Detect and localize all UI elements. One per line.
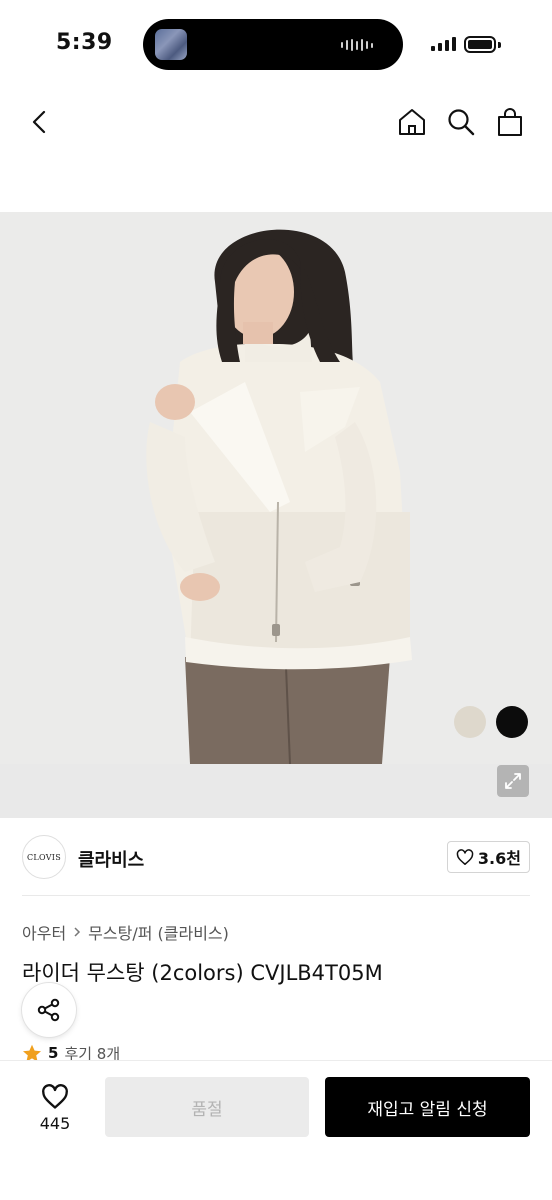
dynamic-island [143,19,403,70]
brand-logo[interactable]: CLOVIS [22,835,66,879]
cart-button[interactable] [488,100,532,144]
divider [22,895,530,896]
share-button[interactable] [22,983,76,1037]
bottom-action-bar: 445 품절 재입고 알림 신청 [0,1060,552,1200]
signal-icon [431,37,456,51]
home-button[interactable] [390,100,434,144]
brand-name[interactable]: 클라비스 [78,846,144,872]
image-bottom-strip [0,764,552,818]
chevron-right-icon [72,926,82,938]
expand-icon [505,773,521,789]
status-time: 5:39 [56,30,113,55]
back-button[interactable] [18,100,62,144]
wishlist-count: 445 [39,1113,71,1133]
bag-icon [498,108,522,136]
now-playing-artwork [155,29,187,60]
product-image-carousel[interactable] [0,212,552,818]
brand-row: CLOVIS 클라비스 3.6천 [22,835,530,879]
product-title: 라이더 무스탕 (2colors) CVJLB4T05M [22,961,383,985]
heart-icon [42,1083,68,1109]
status-bar: 5:39 [0,0,552,90]
battery-cap [498,42,501,48]
top-nav-bar [0,90,552,154]
product-photo [0,212,552,764]
brand-like-count: 3.6천 [477,849,521,868]
brand-logo-text: CLOVIS [26,852,62,862]
home-icon [399,109,425,135]
breadcrumb-item-mustang[interactable]: 무스탕/퍼 (클라비스) [88,920,229,944]
audio-waveform-icon [341,39,373,51]
expand-image-button[interactable] [497,765,529,797]
brand-like-button[interactable]: 3.6천 [446,841,530,873]
color-swatch-ivory[interactable] [454,706,486,738]
sold-out-button: 품절 [105,1077,309,1137]
search-icon [448,109,475,136]
battery-icon [464,36,496,53]
share-icon [37,998,60,1022]
chevron-left-icon [32,110,46,134]
heart-icon [456,848,474,865]
breadcrumb-item-outer[interactable]: 아우터 [22,920,66,944]
search-button[interactable] [439,100,483,144]
color-swatches [454,706,528,738]
wishlist-button[interactable]: 445 [22,1077,88,1139]
restock-alert-button[interactable]: 재입고 알림 신청 [325,1077,530,1137]
color-swatch-black[interactable] [496,706,528,738]
breadcrumb: 아우터 무스탕/퍼 (클라비스) [22,920,229,944]
